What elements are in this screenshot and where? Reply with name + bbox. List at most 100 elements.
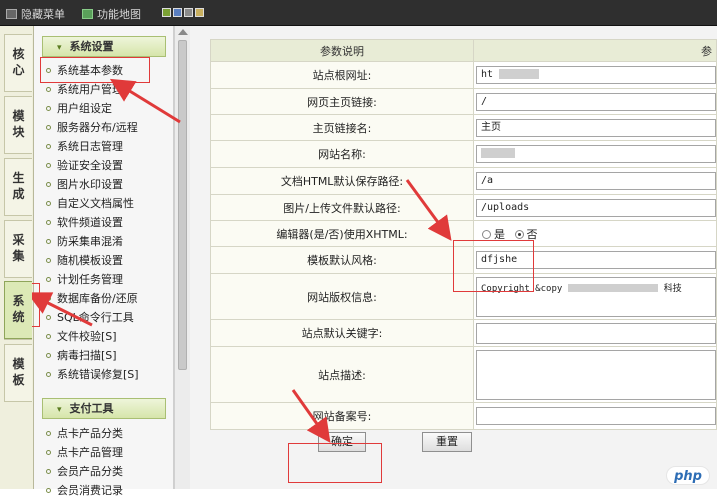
bullet-icon: [46, 200, 51, 206]
field-label: 编辑器(是/否)使用XHTML:: [210, 220, 474, 247]
sidebar-item-error-repair[interactable]: 系统错误修复[S]: [46, 368, 139, 382]
default-template-style-input[interactable]: dfjshe: [476, 251, 716, 269]
site-root-url-input[interactable]: ht: [476, 66, 716, 84]
tab-system[interactable]: 系统: [4, 281, 32, 339]
tab-modules-label: 模块: [12, 109, 25, 139]
xhtml-yes-radio[interactable]: [482, 230, 491, 239]
sidebar-item-logs[interactable]: 系统日志管理: [46, 140, 123, 154]
sidebar-item-label: 点卡产品分类: [57, 427, 123, 440]
sidebar-item-file-check[interactable]: 文件校验[S]: [46, 330, 117, 344]
tab-collect[interactable]: 采集: [4, 220, 32, 278]
bullet-icon: [46, 314, 51, 320]
table-row: 编辑器(是/否)使用XHTML: 是 否: [210, 220, 717, 247]
sidebar-item-label: 验证安全设置: [57, 159, 123, 172]
tab-modules[interactable]: 模块: [4, 96, 32, 154]
homepage-link-name-input[interactable]: 主页: [476, 118, 716, 137]
header-label: 参数说明: [210, 39, 474, 62]
skin-green-icon[interactable]: [162, 8, 171, 17]
sidebar-item-anti-scrape[interactable]: 防采集串混淆: [46, 235, 123, 249]
tab-templates[interactable]: 模板: [4, 344, 32, 402]
feature-map-link[interactable]: 功能地图: [82, 6, 141, 22]
bullet-icon: [46, 295, 51, 301]
field-label: 网站名称:: [210, 140, 474, 168]
bullet-icon: [46, 105, 51, 111]
sidebar-item-basic-params[interactable]: 系统基本参数: [46, 64, 123, 78]
scroll-up-icon[interactable]: [178, 29, 188, 35]
sidebar-item-label: 计划任务管理: [57, 273, 123, 286]
settings-table: 参数说明 参 站点根网址: ht 网页主页链接: / 主页链接名: 主页 网站名…: [210, 39, 717, 430]
bullet-icon: [46, 181, 51, 187]
textarea-value: Copyright &copy: [481, 283, 563, 294]
sidebar-item-label: 防采集串混淆: [57, 235, 123, 248]
table-row: 图片/上传文件默认路径: /uploads: [210, 194, 717, 221]
homepage-link-input[interactable]: /: [476, 92, 716, 111]
sidebar-item-member-products[interactable]: 会员产品分类: [46, 465, 123, 479]
sidebar-item-user-admin[interactable]: 系统用户管理: [46, 83, 123, 97]
bullet-icon: [46, 352, 51, 358]
map-icon: [82, 9, 93, 19]
skin-gray-icon[interactable]: [184, 8, 193, 17]
bullet-icon: [46, 86, 51, 92]
tab-system-label: 系统: [12, 294, 25, 324]
sidebar-item-label: 文件校验[S]: [57, 330, 117, 343]
php-watermark: php: [666, 466, 710, 485]
sidebar-item-user-group[interactable]: 用户组设定: [46, 102, 112, 116]
vertical-tab-strip: 核心 模块 生成 采集 会员 模板: [0, 26, 34, 489]
sidebar-item-security[interactable]: 验证安全设置: [46, 159, 123, 173]
hide-menu-link[interactable]: 隐藏菜单: [6, 6, 65, 22]
section-payment-tools-label: 支付工具: [69, 402, 114, 415]
sidebar-item-label: 系统错误修复[S]: [57, 368, 139, 381]
bullet-icon: [46, 162, 51, 168]
field-label: 网站版权信息:: [210, 273, 474, 320]
sidebar-item-virus-scan[interactable]: 病毒扫描[S]: [46, 349, 117, 363]
sidebar-item-member-spending[interactable]: 会员消费记录: [46, 484, 123, 498]
tab-generate[interactable]: 生成: [4, 158, 32, 216]
sidebar-item-card-category[interactable]: 点卡产品分类: [46, 427, 123, 441]
sidebar-item-card-products[interactable]: 点卡产品管理: [46, 446, 123, 460]
upload-path-input[interactable]: /uploads: [476, 198, 716, 217]
xhtml-no-radio[interactable]: [514, 230, 524, 239]
copyright-textarea[interactable]: Copyright &copy 科技: [476, 276, 716, 317]
reset-button[interactable]: 重置: [422, 432, 472, 452]
field-label: 站点描述:: [210, 346, 474, 403]
site-description-textarea[interactable]: [476, 349, 716, 400]
sidebar-item-watermark[interactable]: 图片水印设置: [46, 178, 123, 192]
field-label: 主页链接名:: [210, 114, 474, 141]
table-row: 文档HTML默认保存路径: /a: [210, 167, 717, 195]
table-row: 站点默认关键字:: [210, 319, 717, 347]
sidebar-item-db-backup[interactable]: 数据库备份/还原: [46, 292, 138, 306]
scrollbar-thumb[interactable]: [178, 40, 187, 370]
sidebar-item-scheduled-tasks[interactable]: 计划任务管理: [46, 273, 123, 287]
textarea-value-tail: 科技: [663, 283, 682, 294]
sidebar-scrollbar[interactable]: [174, 26, 190, 489]
bullet-icon: [46, 67, 51, 73]
sidebar-item-random-template[interactable]: 随机模板设置: [46, 254, 123, 268]
sidebar-item-label: SQL命令行工具: [57, 311, 134, 324]
confirm-button[interactable]: 确定: [318, 432, 366, 452]
sidebar-item-label: 点卡产品管理: [57, 446, 123, 459]
top-bar: 隐藏菜单 功能地图: [0, 0, 717, 26]
bullet-icon: [46, 276, 51, 282]
icp-number-input[interactable]: [476, 407, 716, 425]
sidebar-item-doc-attrs[interactable]: 自定义文档属性: [46, 197, 134, 211]
skin-yellow-icon[interactable]: [195, 8, 204, 17]
section-system-settings[interactable]: ▾ 系统设置: [42, 36, 166, 57]
sidebar-item-label: 系统用户管理: [57, 83, 123, 96]
site-name-input[interactable]: [476, 145, 716, 163]
tab-core[interactable]: 核心: [4, 34, 32, 92]
sidebar-item-label: 软件频道设置: [57, 216, 123, 229]
sidebar-item-software-channel[interactable]: 软件频道设置: [46, 216, 123, 230]
table-row: 站点根网址: ht: [210, 61, 717, 89]
feature-map-label: 功能地图: [97, 8, 141, 21]
html-save-path-input[interactable]: /a: [476, 172, 716, 190]
tab-templates-label: 模板: [12, 357, 25, 387]
section-payment-tools[interactable]: ▾ 支付工具: [42, 398, 166, 419]
skin-blue-icon[interactable]: [173, 8, 182, 17]
sidebar-item-sql-tool[interactable]: SQL命令行工具: [46, 311, 134, 325]
table-row: 网站名称:: [210, 140, 717, 168]
sidebar-item-server[interactable]: 服务器分布/远程: [46, 121, 138, 135]
bullet-icon: [46, 124, 51, 130]
bullet-icon: [46, 487, 51, 493]
table-row: 主页链接名: 主页: [210, 114, 717, 141]
keywords-textarea[interactable]: [476, 322, 716, 344]
